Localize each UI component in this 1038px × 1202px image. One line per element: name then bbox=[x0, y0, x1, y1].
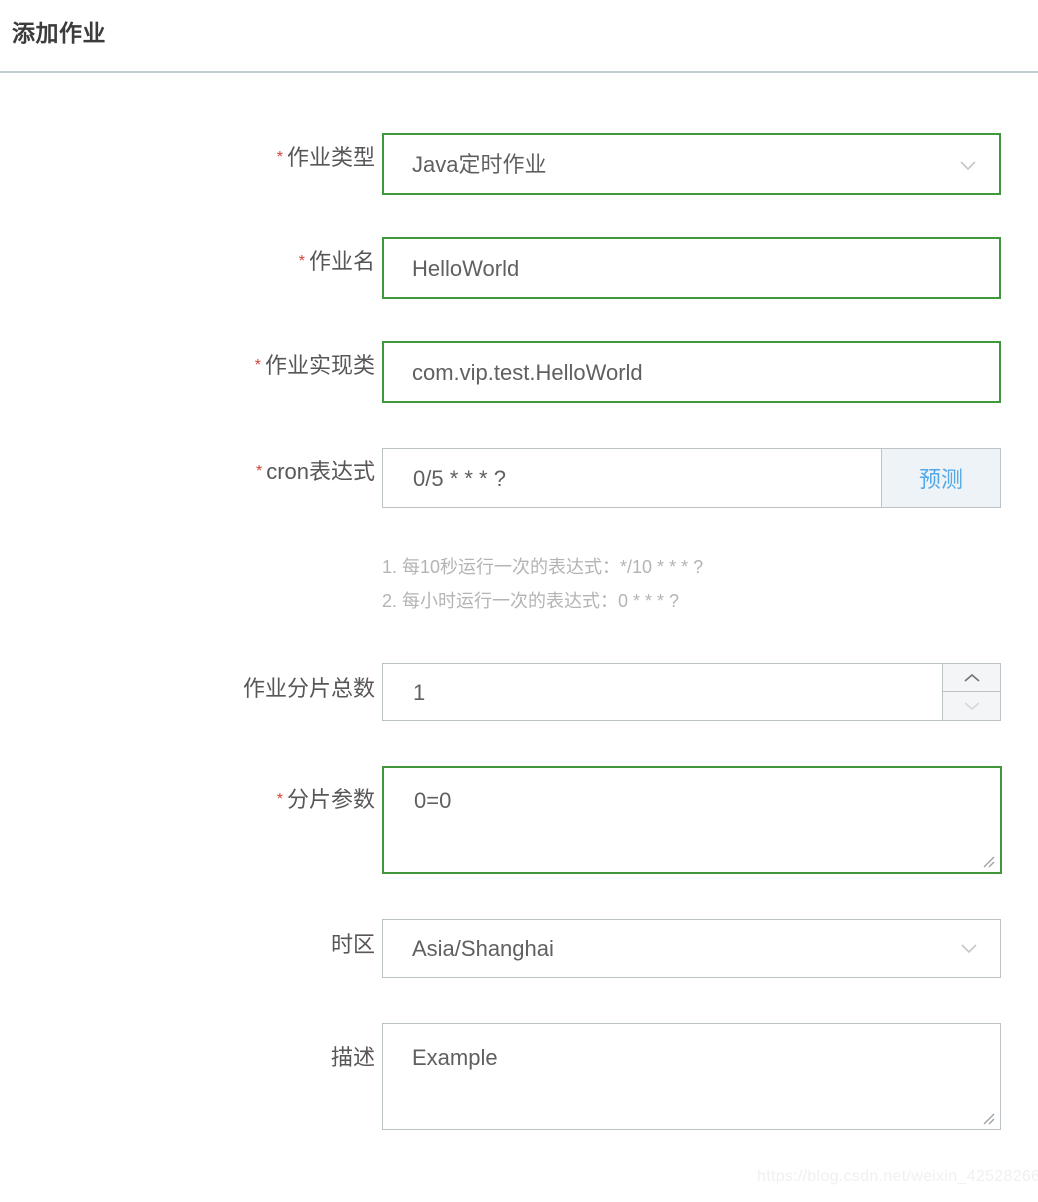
textarea-description-value: Example bbox=[412, 1045, 498, 1070]
chevron-down-icon bbox=[963, 702, 980, 711]
input-cron-expression[interactable]: 0/5 * * * ? bbox=[382, 448, 882, 508]
chevron-down-icon bbox=[957, 155, 979, 177]
textarea-shard-params-value: 0=0 bbox=[414, 788, 452, 813]
label-timezone-text: 时区 bbox=[330, 932, 375, 957]
label-shard-total-text: 作业分片总数 bbox=[242, 676, 375, 701]
label-description-text: 描述 bbox=[330, 1045, 375, 1070]
label-shard-params-text: 分片参数 bbox=[286, 787, 375, 812]
select-timezone-value: Asia/Shanghai bbox=[412, 936, 554, 961]
label-cron: * cron表达式 bbox=[256, 461, 375, 483]
select-job-type-value: Java定时作业 bbox=[412, 152, 547, 177]
select-job-type[interactable]: Java定时作业 bbox=[382, 133, 1001, 195]
chevron-down-icon bbox=[958, 938, 980, 960]
resize-handle-icon[interactable] bbox=[980, 853, 996, 869]
label-timezone: 时区 bbox=[331, 934, 375, 956]
predict-button[interactable]: 预测 bbox=[882, 448, 1001, 508]
input-job-name-value: HelloWorld bbox=[412, 256, 520, 281]
chevron-up-icon bbox=[963, 673, 980, 682]
resize-handle-icon[interactable] bbox=[980, 1110, 996, 1126]
page-header: 添加作业 bbox=[0, 0, 1038, 71]
label-job-name-text: 作业名 bbox=[308, 249, 375, 274]
label-job-type-text: 作业类型 bbox=[286, 145, 375, 170]
required-asterisk: * bbox=[276, 791, 283, 808]
required-asterisk: * bbox=[255, 463, 263, 480]
page-title: 添加作业 bbox=[12, 20, 106, 46]
label-job-class-text: 作业实现类 bbox=[264, 353, 375, 378]
required-asterisk: * bbox=[276, 149, 283, 166]
stepper-decrement-button[interactable] bbox=[942, 692, 1001, 721]
input-job-class[interactable]: com.vip.test.HelloWorld bbox=[382, 341, 1001, 403]
textarea-description[interactable]: Example bbox=[382, 1023, 1001, 1130]
watermark: https://blog.csdn.net/weixin_42528266 bbox=[757, 1168, 1038, 1185]
input-job-class-value: com.vip.test.HelloWorld bbox=[412, 360, 643, 385]
input-job-name[interactable]: HelloWorld bbox=[382, 237, 1001, 299]
cron-hint-1: 1. 每10秒运行一次的表达式：*/10 * * * ? bbox=[382, 557, 704, 577]
label-job-class: * 作业实现类 bbox=[255, 355, 375, 377]
label-shard-total: 作业分片总数 bbox=[243, 678, 375, 700]
input-shard-total-value: 1 bbox=[413, 680, 426, 705]
label-job-name: * 作业名 bbox=[299, 251, 375, 273]
select-timezone[interactable]: Asia/Shanghai bbox=[382, 919, 1001, 978]
input-cron-expression-value: 0/5 * * * ? bbox=[413, 466, 506, 491]
cron-hint-2: 2. 每小时运行一次的表达式：0 * * * ? bbox=[382, 591, 680, 611]
stepper-increment-button[interactable] bbox=[942, 663, 1001, 692]
input-shard-total[interactable]: 1 bbox=[382, 663, 942, 721]
header-divider bbox=[0, 71, 1038, 73]
required-asterisk: * bbox=[298, 253, 305, 270]
label-cron-text: cron表达式 bbox=[266, 459, 375, 484]
required-asterisk: * bbox=[254, 357, 261, 374]
label-description: 描述 bbox=[331, 1047, 375, 1069]
textarea-shard-params[interactable]: 0=0 bbox=[382, 766, 1002, 874]
label-shard-params: * 分片参数 bbox=[277, 789, 375, 811]
quantity-stepper bbox=[942, 663, 1001, 721]
label-job-type: * 作业类型 bbox=[277, 147, 375, 169]
